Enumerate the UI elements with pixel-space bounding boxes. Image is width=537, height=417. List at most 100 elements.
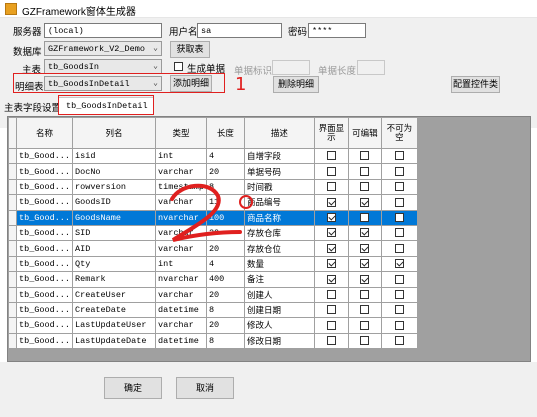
edit-checkbox[interactable] — [360, 151, 370, 161]
notnull-checkbox[interactable] — [394, 320, 404, 330]
cell-type[interactable]: varchar — [155, 163, 207, 180]
fields-grid[interactable]: 名称 列名 类型 长度 描述 界面显示 可编辑 不可为空 tb_Good... i… — [7, 116, 531, 362]
cell-column[interactable]: AID — [72, 240, 157, 257]
row-header[interactable] — [8, 332, 17, 350]
table-row[interactable]: tb_Good... isid int 4 自增字段 — [8, 147, 418, 165]
cancel-button[interactable]: 取消 — [176, 377, 234, 399]
cell-desc[interactable]: 创建日期 — [243, 301, 315, 319]
notnull-checkbox[interactable] — [394, 197, 404, 207]
cell-notnull[interactable] — [380, 163, 418, 180]
show-checkbox[interactable] — [326, 274, 336, 284]
cell-show[interactable] — [313, 194, 349, 211]
cell-name[interactable]: tb_Good... — [15, 332, 74, 350]
cell-type[interactable]: datetime — [155, 332, 207, 350]
notnull-checkbox[interactable] — [394, 259, 404, 269]
col-header-edit[interactable]: 可编辑 — [347, 117, 382, 149]
show-checkbox[interactable] — [326, 243, 336, 253]
user-input[interactable]: sa — [197, 23, 282, 38]
cell-show[interactable] — [313, 255, 349, 273]
col-header-name[interactable]: 名称 — [15, 117, 74, 149]
table-row[interactable]: tb_Good... AID varchar 20 存放仓位 — [8, 240, 418, 257]
cell-length[interactable]: 20 — [205, 286, 245, 303]
show-checkbox[interactable] — [326, 305, 336, 315]
notnull-checkbox[interactable] — [394, 166, 404, 176]
cell-column[interactable]: DocNo — [72, 163, 157, 180]
cell-desc[interactable]: 单据号码 — [243, 163, 315, 180]
cell-desc[interactable]: 自增字段 — [243, 147, 315, 165]
show-checkbox[interactable] — [326, 182, 336, 192]
row-header[interactable] — [8, 317, 17, 334]
notnull-checkbox[interactable] — [394, 274, 404, 284]
cell-show[interactable] — [313, 163, 349, 180]
cell-type[interactable]: varchar — [155, 224, 207, 242]
notnull-checkbox[interactable] — [394, 228, 404, 238]
notnull-checkbox[interactable] — [394, 336, 404, 346]
cell-desc[interactable]: 商品编号 — [243, 194, 315, 211]
edit-checkbox[interactable] — [360, 274, 370, 284]
cell-notnull[interactable] — [380, 332, 418, 350]
edit-checkbox[interactable] — [360, 289, 370, 299]
table-row[interactable]: tb_Good... LastUpdateUser varchar 20 修改人 — [8, 317, 418, 334]
cell-show[interactable] — [313, 301, 349, 319]
cell-show[interactable] — [313, 240, 349, 257]
edit-checkbox[interactable] — [360, 336, 370, 346]
cell-name[interactable]: tb_Good... — [15, 286, 74, 303]
cell-edit[interactable] — [347, 163, 382, 180]
cell-notnull[interactable] — [380, 301, 418, 319]
cell-type[interactable]: varchar — [155, 317, 207, 334]
cell-column[interactable]: Remark — [72, 271, 157, 288]
cell-column[interactable]: rowversion — [72, 178, 157, 196]
server-input[interactable]: (local) — [44, 23, 162, 38]
table-row[interactable]: tb_Good... DocNo varchar 20 单据号码 — [8, 163, 418, 180]
cell-length[interactable]: 100 — [205, 209, 245, 226]
config-control-button[interactable]: 配置控件类 — [451, 76, 500, 93]
row-header[interactable] — [8, 209, 17, 226]
cell-edit[interactable] — [347, 301, 382, 319]
cell-desc[interactable]: 存放仓位 — [243, 240, 315, 257]
ok-button[interactable]: 确定 — [104, 377, 162, 399]
cell-name[interactable]: tb_Good... — [15, 317, 74, 334]
cell-length[interactable]: 20 — [205, 317, 245, 334]
cell-length[interactable]: 8 — [205, 301, 245, 319]
notnull-checkbox[interactable] — [394, 213, 404, 222]
cell-name[interactable]: tb_Good... — [15, 163, 74, 180]
cell-name[interactable]: tb_Good... — [15, 194, 74, 211]
password-input[interactable]: **** — [308, 23, 366, 38]
col-header-column[interactable]: 列名 — [72, 117, 157, 149]
cell-desc[interactable]: 数量 — [243, 255, 315, 273]
cell-length[interactable]: 20 — [205, 224, 245, 242]
edit-checkbox[interactable] — [360, 197, 370, 207]
cell-column[interactable]: CreateDate — [72, 301, 157, 319]
cell-column[interactable]: CreateUser — [72, 286, 157, 303]
table-row[interactable]: tb_Good... rowversion timestamp 8 时间戳 — [8, 178, 418, 196]
edit-checkbox[interactable] — [360, 228, 370, 238]
col-header-type[interactable]: 类型 — [155, 117, 207, 149]
col-header-desc[interactable]: 描述 — [243, 117, 315, 149]
cell-name[interactable]: tb_Good... — [15, 224, 74, 242]
cell-show[interactable] — [313, 147, 349, 165]
cell-column[interactable]: Qty — [72, 255, 157, 273]
row-header[interactable] — [8, 240, 17, 257]
cell-name[interactable]: tb_Good... — [15, 255, 74, 273]
notnull-checkbox[interactable] — [394, 289, 404, 299]
cell-length[interactable]: 8 — [205, 178, 245, 196]
cell-show[interactable] — [313, 332, 349, 350]
delete-detail-button[interactable]: 删除明细 — [273, 76, 319, 93]
cell-notnull[interactable] — [380, 147, 418, 165]
cell-name[interactable]: tb_Good... — [15, 209, 74, 226]
edit-checkbox[interactable] — [360, 213, 370, 222]
table-row[interactable]: tb_Good... Qty int 4 数量 — [8, 255, 418, 273]
cell-type[interactable]: varchar — [155, 194, 207, 211]
cell-length[interactable]: 4 — [205, 255, 245, 273]
cell-type[interactable]: nvarchar — [155, 271, 207, 288]
cell-notnull[interactable] — [380, 209, 418, 226]
show-checkbox[interactable] — [326, 289, 336, 299]
cell-notnull[interactable] — [380, 271, 418, 288]
cell-show[interactable] — [313, 317, 349, 334]
notnull-checkbox[interactable] — [394, 182, 404, 192]
cell-desc[interactable]: 修改人 — [243, 317, 315, 334]
cell-name[interactable]: tb_Good... — [15, 240, 74, 257]
cell-length[interactable]: 20 — [205, 240, 245, 257]
cell-desc[interactable]: 时间戳 — [243, 178, 315, 196]
cell-edit[interactable] — [347, 178, 382, 196]
